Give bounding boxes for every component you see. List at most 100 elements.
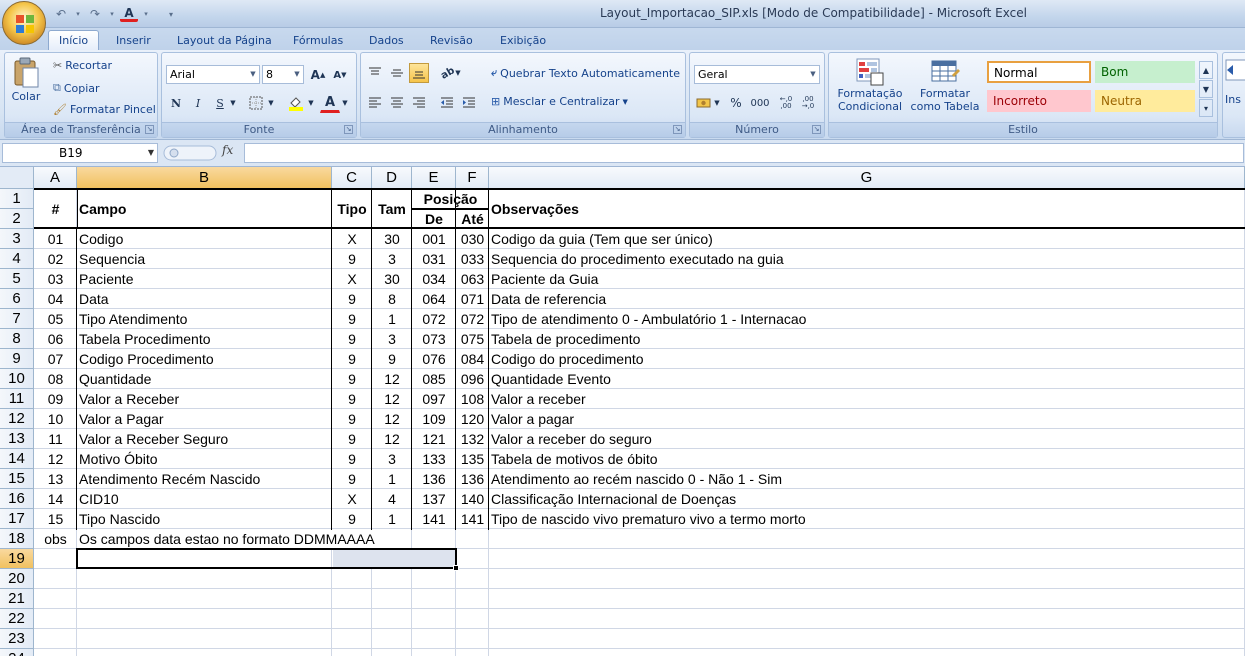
orientation-icon[interactable]: ab ▼ — [440, 63, 461, 83]
row-header-13[interactable]: 13 — [0, 429, 34, 449]
cell-campo[interactable]: Motivo Óbito — [79, 449, 330, 469]
cell-ate[interactable]: 084 — [458, 349, 487, 369]
chevron-down-icon[interactable]: ▼ — [228, 93, 238, 113]
cell-tipo[interactable]: X — [334, 229, 370, 249]
cell-ate[interactable]: 135 — [458, 449, 487, 469]
row-header-8[interactable]: 8 — [0, 329, 34, 349]
decrease-decimal-icon[interactable]: ,00 →,0 — [798, 93, 818, 113]
row-header-4[interactable]: 4 — [0, 249, 34, 269]
cell-tam[interactable]: 9 — [374, 349, 410, 369]
row-header-7[interactable]: 7 — [0, 309, 34, 329]
cell-num[interactable]: 02 — [36, 249, 75, 269]
cell-campo[interactable]: Valor a Receber Seguro — [79, 429, 330, 449]
cell-num[interactable]: 03 — [36, 269, 75, 289]
cell-campo[interactable]: Quantidade — [79, 369, 330, 389]
header-ate[interactable]: Até — [458, 209, 487, 229]
style-incorreto[interactable]: Incorreto — [987, 90, 1091, 112]
chevron-down-icon[interactable]: ▼ — [712, 93, 722, 113]
font-color-icon[interactable]: A — [120, 6, 138, 22]
align-left-icon[interactable] — [365, 93, 385, 113]
cell-tam[interactable]: 30 — [374, 229, 410, 249]
cell-campo[interactable]: Data — [79, 289, 330, 309]
percent-button[interactable]: % — [726, 93, 746, 113]
cell-tipo[interactable]: 9 — [334, 429, 370, 449]
chevron-down-icon[interactable]: ▼ — [340, 93, 350, 113]
cell-tam[interactable]: 30 — [374, 269, 410, 289]
more-styles-icon[interactable]: ▾ — [1199, 99, 1213, 117]
grow-font-button[interactable]: A ▲ — [308, 65, 328, 85]
row-header-5[interactable]: 5 — [0, 269, 34, 289]
cell-ate[interactable]: 030 — [458, 229, 487, 249]
cell-tam[interactable]: 4 — [374, 489, 410, 509]
cell-tipo[interactable]: 9 — [334, 249, 370, 269]
tab-layout-pagina[interactable]: Layout da Página — [167, 30, 282, 50]
row-header-20[interactable]: 20 — [0, 569, 34, 589]
dropdown-arrow-icon[interactable]: ▾ — [142, 5, 150, 23]
cell-de[interactable]: 001 — [414, 229, 454, 249]
cell-ate[interactable]: 140 — [458, 489, 487, 509]
font-name-combo[interactable]: Arial ▼ — [166, 65, 260, 84]
cell-observacoes[interactable]: Tabela de procedimento — [491, 329, 1243, 349]
cell-campo[interactable]: Tipo Atendimento — [79, 309, 330, 329]
cell-tam[interactable]: 1 — [374, 469, 410, 489]
row-header-1[interactable]: 1 — [0, 189, 34, 209]
name-box[interactable]: B19 ▼ — [2, 143, 158, 163]
cell-ate[interactable]: 072 — [458, 309, 487, 329]
underline-button[interactable]: S — [210, 93, 230, 113]
cell-observacoes[interactable]: Codigo da guia (Tem que ser único) — [491, 229, 1243, 249]
cell-campo[interactable]: Codigo — [79, 229, 330, 249]
cell-de[interactable]: 085 — [414, 369, 454, 389]
customize-qat-icon[interactable]: ▾ — [162, 5, 180, 23]
borders-icon[interactable] — [246, 93, 266, 113]
row-header-11[interactable]: 11 — [0, 389, 34, 409]
column-header-g[interactable]: G — [489, 167, 1245, 189]
cell-campo[interactable]: Valor a Pagar — [79, 409, 330, 429]
align-center-icon[interactable] — [387, 93, 407, 113]
undo-icon[interactable]: ↶ — [52, 5, 70, 23]
cell-tam[interactable]: 8 — [374, 289, 410, 309]
cell-num[interactable]: 06 — [36, 329, 75, 349]
increase-indent-icon[interactable] — [459, 93, 479, 113]
cell-campo[interactable]: Valor a Receber — [79, 389, 330, 409]
tab-inserir[interactable]: Inserir — [106, 30, 161, 50]
font-size-combo[interactable]: 8 ▼ — [262, 65, 304, 84]
cell-tam[interactable]: 1 — [374, 309, 410, 329]
cell-tipo[interactable]: 9 — [334, 369, 370, 389]
header-tipo[interactable]: Tipo — [334, 189, 370, 229]
cell-num[interactable]: 12 — [36, 449, 75, 469]
row-header-18[interactable]: 18 — [0, 529, 34, 549]
header-de[interactable]: De — [414, 209, 454, 229]
cell-campo[interactable]: Tipo Nascido — [79, 509, 330, 529]
cell-observacoes[interactable]: Sequencia do procedimento executado na g… — [491, 249, 1243, 269]
cell-de[interactable]: 097 — [414, 389, 454, 409]
cell-num[interactable]: 01 — [36, 229, 75, 249]
row-header-16[interactable]: 16 — [0, 489, 34, 509]
header-posicao[interactable]: Posição — [414, 189, 487, 209]
align-bottom-icon[interactable] — [409, 63, 429, 83]
cell-tipo[interactable]: 9 — [334, 409, 370, 429]
decrease-indent-icon[interactable] — [437, 93, 457, 113]
cell-tipo[interactable]: X — [334, 489, 370, 509]
cell-de[interactable]: 034 — [414, 269, 454, 289]
cell-ate[interactable]: 141 — [458, 509, 487, 529]
cell-de[interactable]: 133 — [414, 449, 454, 469]
insert-function-icon[interactable]: fx — [222, 143, 233, 157]
chevron-down-icon[interactable]: ▼ — [148, 144, 154, 162]
cell-obs-note[interactable]: Os campos data estao no formato DDMMAAAA — [79, 529, 375, 549]
dropdown-arrow-icon[interactable]: ▾ — [108, 5, 116, 23]
cell-tam[interactable]: 3 — [374, 449, 410, 469]
cell-campo[interactable]: CID10 — [79, 489, 330, 509]
row-header-17[interactable]: 17 — [0, 509, 34, 529]
office-button[interactable] — [2, 1, 46, 45]
tab-exibicao[interactable]: Exibição — [490, 30, 556, 50]
column-header-d[interactable]: D — [372, 167, 412, 189]
format-as-table-button[interactable]: Formatar como Tabela — [907, 57, 983, 113]
style-bom[interactable]: Bom — [1095, 61, 1195, 83]
cell-observacoes[interactable]: Codigo do procedimento — [491, 349, 1243, 369]
row-header-19[interactable]: 19 — [0, 549, 34, 569]
cell-tipo[interactable]: 9 — [334, 329, 370, 349]
select-all-corner[interactable] — [0, 167, 34, 189]
cell-num[interactable]: 04 — [36, 289, 75, 309]
fill-color-icon[interactable] — [286, 93, 306, 113]
cell-observacoes[interactable]: Quantidade Evento — [491, 369, 1243, 389]
